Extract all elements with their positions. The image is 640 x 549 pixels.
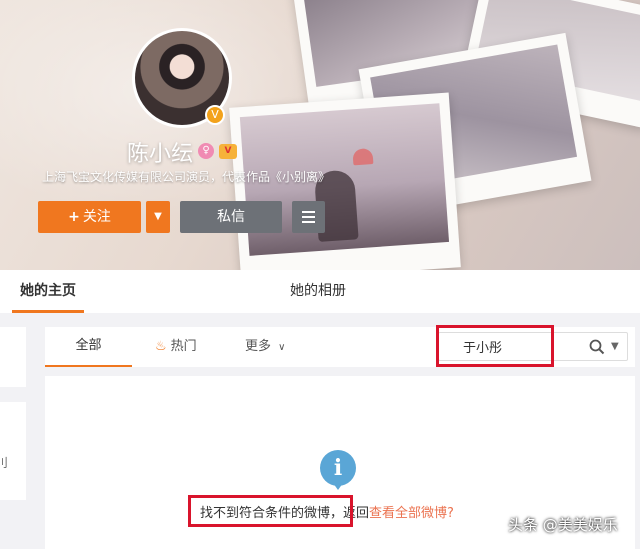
verified-badge-icon: V [205, 105, 225, 125]
message-button[interactable]: 私信 [180, 201, 282, 233]
sidebar-text: 刂 [0, 456, 9, 470]
caret-down-icon[interactable]: ▼ [611, 338, 619, 356]
profile-tabs: 她的主页 她的相册 [0, 270, 640, 313]
tab-album[interactable]: 她的相册 [290, 270, 346, 313]
vip-icon[interactable]: V [219, 144, 237, 159]
filter-hot-label: 热门 [170, 339, 197, 354]
verification-description: 上海飞宝文化传媒有限公司演员，代表作品《小别离》 [42, 170, 331, 184]
flame-icon: ♨ [155, 339, 167, 354]
view-all-weibo-link[interactable]: 查看全部微博? [369, 506, 454, 521]
watermark: 头条 @美美娱乐 [508, 516, 618, 534]
plus-icon: + [68, 209, 80, 225]
tab-home[interactable]: 她的主页 [12, 270, 84, 313]
menu-icon [302, 211, 315, 213]
left-sidebar-card: 刂 [0, 402, 26, 500]
follow-label: 关注 [82, 209, 111, 225]
female-icon: ♀ [198, 143, 214, 159]
chevron-down-icon: ▼ [154, 211, 162, 222]
filter-more-dropdown[interactable]: 更多 ∨ [245, 327, 285, 368]
search-icon[interactable] [589, 339, 605, 355]
filter-all-tab[interactable]: 全部 [45, 327, 132, 367]
annotation-highlight-box [188, 495, 353, 527]
more-menu-button[interactable] [292, 201, 325, 233]
follow-dropdown-button[interactable]: ▼ [146, 201, 170, 233]
chevron-down-icon: ∨ [278, 342, 286, 353]
follow-button[interactable]: + 关注 [38, 201, 141, 233]
annotation-highlight-box [436, 325, 554, 367]
profile-name: 陈小纭 [127, 142, 194, 167]
info-icon: i [320, 450, 356, 490]
filter-more-label: 更多 [245, 339, 272, 354]
filter-hot-tab[interactable]: ♨ 热门 [155, 327, 197, 367]
left-sidebar-card [0, 327, 26, 387]
